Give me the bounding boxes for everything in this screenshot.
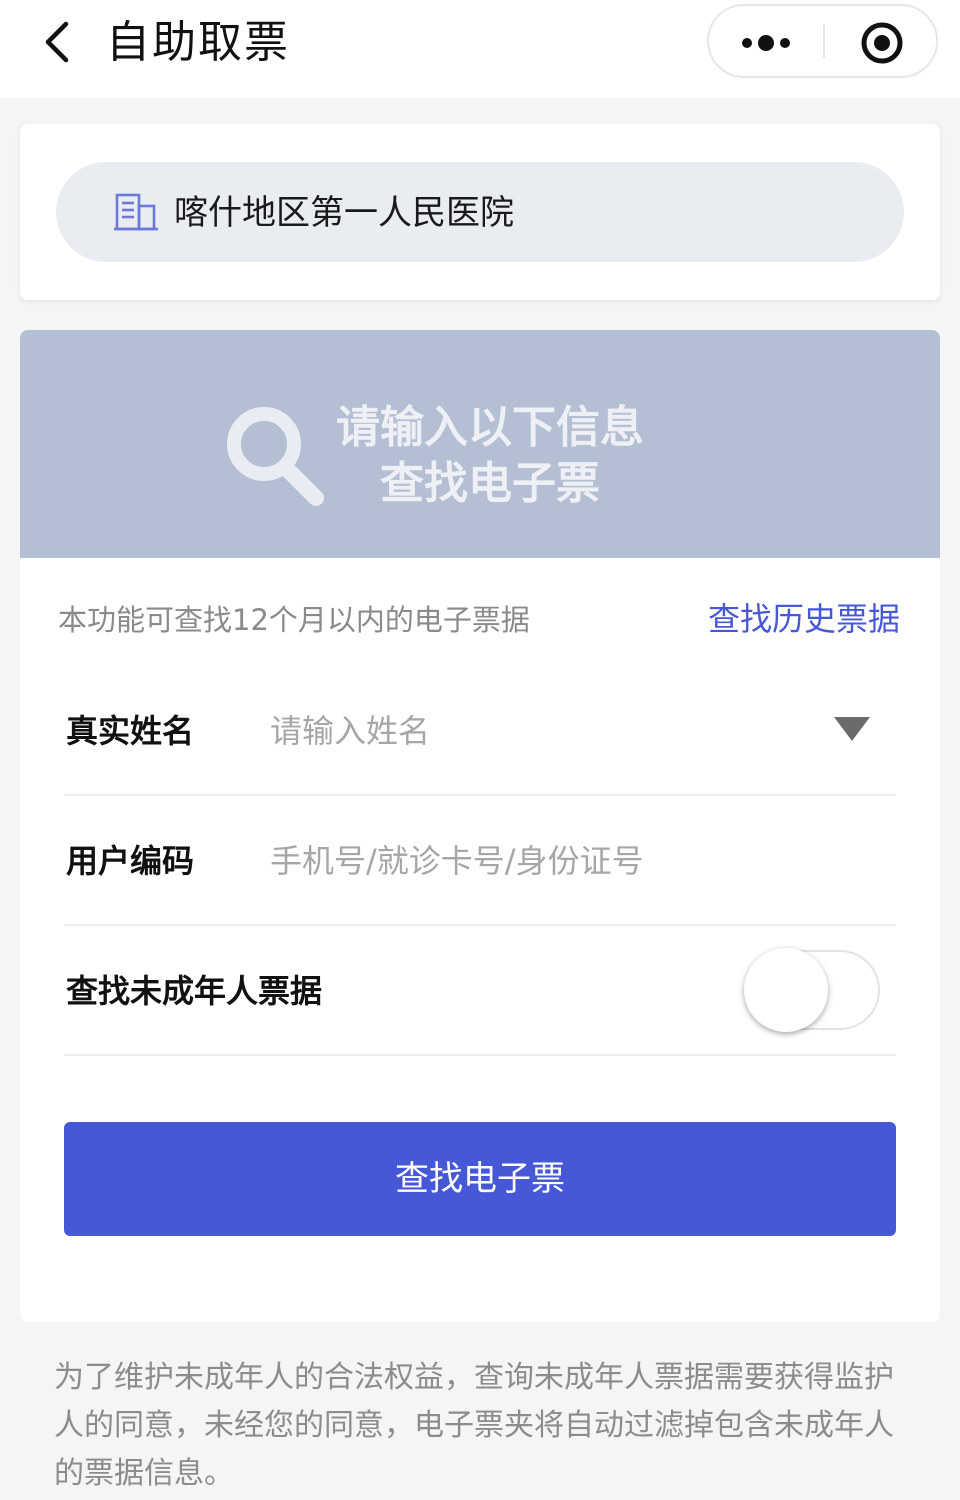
- user-code-row: 用户编码: [64, 796, 896, 926]
- top-nav-bar: 自助取票: [0, 0, 960, 98]
- minor-tickets-toggle[interactable]: [744, 948, 882, 1032]
- mini-program-capsule: [707, 4, 938, 78]
- page-title: 自助取票: [106, 17, 290, 68]
- history-tickets-link[interactable]: 查找历史票据: [708, 598, 900, 640]
- find-e-ticket-button[interactable]: 查找电子票: [64, 1122, 896, 1236]
- search-icon: [224, 402, 330, 512]
- toggle-knob: [744, 948, 828, 1032]
- hospital-name: 喀什地区第一人民医院: [174, 193, 514, 233]
- banner-subheading: 查找电子票: [380, 458, 600, 509]
- minor-privacy-notice: 为了维护未成年人的合法权益，查询未成年人票据需要获得监护人的同意，未经您的同意，…: [54, 1360, 894, 1491]
- ticket-search-card: 请输入以下信息 查找电子票 本功能可查找12个月以内的电子票据 查找历史票据 真…: [20, 330, 940, 1322]
- user-code-input[interactable]: [270, 832, 810, 890]
- minor-tickets-label: 查找未成年人票据: [66, 972, 323, 1010]
- name-row: 真实姓名: [64, 666, 896, 796]
- target-circle-icon[interactable]: [825, 6, 936, 76]
- search-banner: 请输入以下信息 查找电子票: [20, 330, 940, 558]
- building-icon: [114, 192, 158, 232]
- hospital-card: 喀什地区第一人民医院: [20, 124, 940, 300]
- banner-heading: 请输入以下信息: [336, 402, 644, 453]
- more-dots-icon[interactable]: [709, 6, 823, 76]
- name-input[interactable]: [270, 702, 810, 760]
- search-scope-note: 本功能可查找12个月以内的电子票据: [58, 603, 530, 637]
- hospital-selector[interactable]: 喀什地区第一人民医院: [56, 162, 904, 262]
- triangle-down-icon[interactable]: [832, 714, 872, 744]
- user-code-label: 用户编码: [66, 842, 195, 880]
- name-label: 真实姓名: [66, 712, 195, 750]
- chevron-left-icon[interactable]: [36, 20, 76, 64]
- minor-tickets-row: 查找未成年人票据: [64, 926, 896, 1056]
